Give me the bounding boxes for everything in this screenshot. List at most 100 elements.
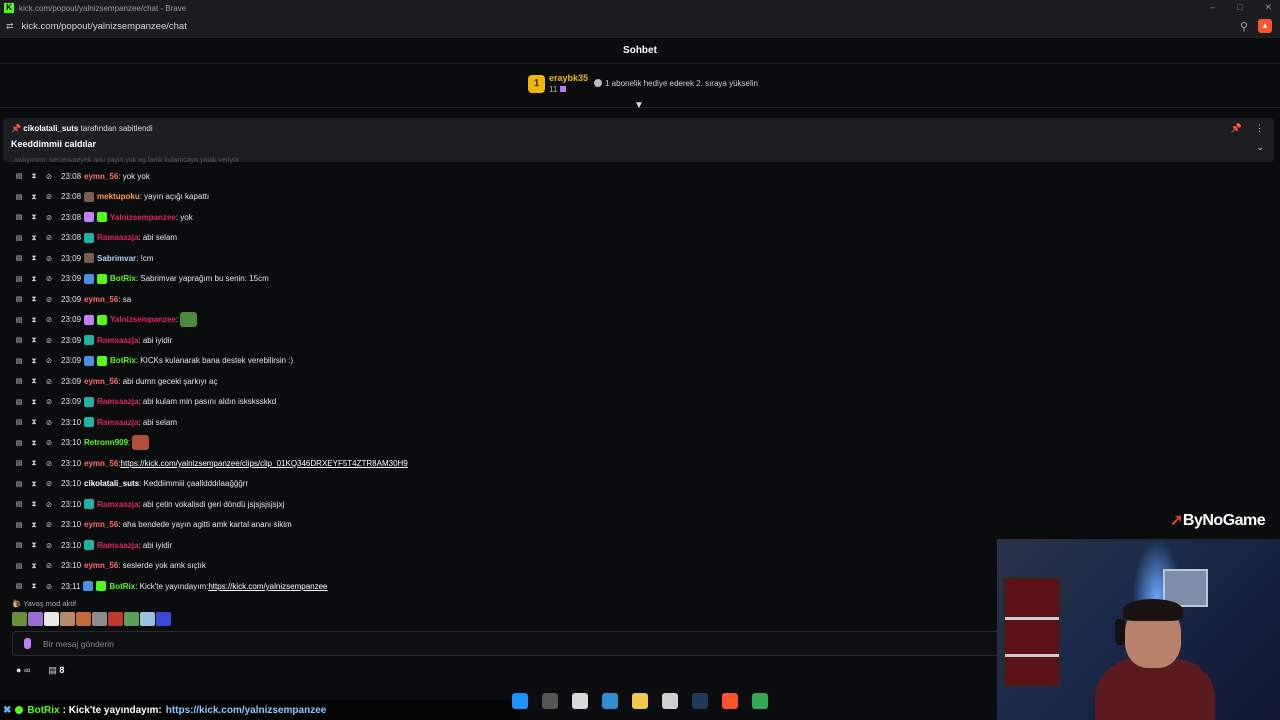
ban-icon[interactable]: ⊘: [44, 541, 54, 550]
message-username[interactable]: eymn_56: [84, 459, 118, 468]
search-icon[interactable]: ⚲: [1240, 20, 1248, 33]
delete-icon[interactable]: ▤: [14, 275, 24, 283]
chevron-down-icon[interactable]: ⌄: [1256, 142, 1264, 153]
brave-shield-icon[interactable]: ▲: [1258, 19, 1272, 33]
input-placeholder[interactable]: Bir mesaj gönderin: [43, 639, 114, 649]
ban-icon[interactable]: ⊘: [44, 356, 54, 365]
timeout-icon[interactable]: ⧗: [29, 376, 39, 386]
timeout-icon[interactable]: ⧗: [29, 294, 39, 304]
ban-icon[interactable]: ⊘: [44, 561, 54, 570]
message-input[interactable]: Bir mesaj gönderin: [12, 631, 1022, 656]
ban-icon[interactable]: ⊘: [44, 295, 54, 304]
message-username[interactable]: BotRix: [110, 356, 136, 365]
message-username[interactable]: eymn_56: [84, 377, 118, 386]
message-username[interactable]: Ramxaazja: [97, 233, 138, 242]
message-username[interactable]: eymn_56: [84, 295, 118, 304]
delete-icon[interactable]: ▤: [14, 480, 24, 488]
message-username[interactable]: Ramxaazja: [97, 500, 138, 509]
delete-icon[interactable]: ▤: [14, 562, 24, 570]
emote-icon[interactable]: [12, 612, 27, 626]
timeout-icon[interactable]: ⧗: [29, 253, 39, 263]
ban-icon[interactable]: ⊘: [44, 233, 54, 242]
site-info-icon[interactable]: ⇄: [6, 21, 14, 32]
message-username[interactable]: BotRix: [110, 274, 136, 283]
ban-icon[interactable]: ⊘: [44, 192, 54, 201]
delete-icon[interactable]: ▤: [14, 336, 24, 344]
timeout-icon[interactable]: ⧗: [29, 479, 39, 489]
timeout-icon[interactable]: ⧗: [29, 171, 39, 181]
ban-icon[interactable]: ⊘: [44, 582, 54, 591]
steam-icon[interactable]: [692, 693, 708, 709]
emote-icon[interactable]: [76, 612, 91, 626]
windows-start-icon[interactable]: [512, 693, 528, 709]
timeout-icon[interactable]: ⧗: [29, 438, 39, 448]
message-username[interactable]: eymn_56: [84, 561, 118, 570]
delete-icon[interactable]: ▤: [14, 295, 24, 303]
delete-icon[interactable]: ▤: [14, 500, 24, 508]
timeout-icon[interactable]: ⧗: [29, 212, 39, 222]
more-options-icon[interactable]: ⋮: [1255, 123, 1264, 134]
close-icon[interactable]: ✕: [1264, 2, 1272, 13]
pinned-message[interactable]: 📌 cikolatali_suts tarafından sabitlendi …: [3, 118, 1274, 162]
timeout-icon[interactable]: ⧗: [29, 520, 39, 530]
ban-icon[interactable]: ⊘: [44, 274, 54, 283]
task-view-icon[interactable]: [542, 693, 558, 709]
ticker-link[interactable]: https://kick.com/yalnizsempanzee: [166, 705, 327, 716]
timeout-icon[interactable]: ⧗: [29, 192, 39, 202]
ban-icon[interactable]: ⊘: [44, 213, 54, 222]
message-username[interactable]: Retronn909: [84, 438, 128, 447]
delete-icon[interactable]: ▤: [14, 316, 24, 324]
emote-icon[interactable]: [44, 612, 59, 626]
ban-icon[interactable]: ⊘: [44, 500, 54, 509]
delete-icon[interactable]: ▤: [14, 521, 24, 529]
leader-username[interactable]: eraybk35: [549, 73, 588, 83]
emote-icon[interactable]: [28, 612, 43, 626]
timeout-icon[interactable]: ⧗: [29, 540, 39, 550]
emote-icon[interactable]: [124, 612, 139, 626]
maximize-icon[interactable]: □: [1237, 2, 1242, 13]
delete-icon[interactable]: ▤: [14, 439, 24, 447]
emote-icon[interactable]: [92, 612, 107, 626]
ban-icon[interactable]: ⊘: [44, 418, 54, 427]
message-username[interactable]: Yalnizsempanzee: [110, 213, 176, 222]
timeout-icon[interactable]: ⧗: [29, 458, 39, 468]
expand-leaderboard-icon[interactable]: ▼: [634, 100, 644, 111]
message-username[interactable]: Yalnizsempanzee: [110, 315, 176, 324]
microphone-icon[interactable]: [24, 638, 31, 649]
message-username[interactable]: Ramxaazja: [97, 397, 138, 406]
delete-icon[interactable]: ▤: [14, 172, 24, 180]
timeout-icon[interactable]: ⧗: [29, 356, 39, 366]
folder-icon[interactable]: [632, 693, 648, 709]
ban-icon[interactable]: ⊘: [44, 254, 54, 263]
timeout-icon[interactable]: ⧗: [29, 397, 39, 407]
delete-icon[interactable]: ▤: [14, 377, 24, 385]
timeout-icon[interactable]: ⧗: [29, 335, 39, 345]
message-username[interactable]: cikolatali_suts: [84, 479, 139, 488]
minimize-icon[interactable]: –: [1210, 2, 1215, 13]
ban-icon[interactable]: ⊘: [44, 336, 54, 345]
delete-icon[interactable]: ▤: [14, 234, 24, 242]
delete-icon[interactable]: ▤: [14, 541, 24, 549]
chrome-icon[interactable]: [752, 693, 768, 709]
message-username[interactable]: Ramxaazja: [97, 541, 138, 550]
settings-icon[interactable]: [662, 693, 678, 709]
app-icon[interactable]: [572, 693, 588, 709]
gift-count[interactable]: ▤ 8: [48, 665, 64, 676]
ban-icon[interactable]: ⊘: [44, 459, 54, 468]
message-username[interactable]: Ramxaazja: [97, 418, 138, 427]
brave-icon[interactable]: [722, 693, 738, 709]
address-bar[interactable]: ⇄ kick.com/popout/yalnizsempanzee/chat ⚲…: [0, 16, 1280, 38]
unpin-icon[interactable]: 📌: [1231, 123, 1242, 134]
viewer-tools[interactable]: ● ∞: [16, 665, 30, 676]
delete-icon[interactable]: ▤: [14, 357, 24, 365]
message-username[interactable]: mektupoku: [97, 192, 140, 201]
timeout-icon[interactable]: ⧗: [29, 315, 39, 325]
timeout-icon[interactable]: ⧗: [29, 274, 39, 284]
message-username[interactable]: Ramxaazja: [97, 336, 138, 345]
message-link[interactable]: https://kick.com/yalnizsempanzee/clips/c…: [121, 459, 408, 468]
delete-icon[interactable]: ▤: [14, 193, 24, 201]
delete-icon[interactable]: ▤: [14, 418, 24, 426]
photos-icon[interactable]: [602, 693, 618, 709]
timeout-icon[interactable]: ⧗: [29, 417, 39, 427]
emote-icon[interactable]: [108, 612, 123, 626]
